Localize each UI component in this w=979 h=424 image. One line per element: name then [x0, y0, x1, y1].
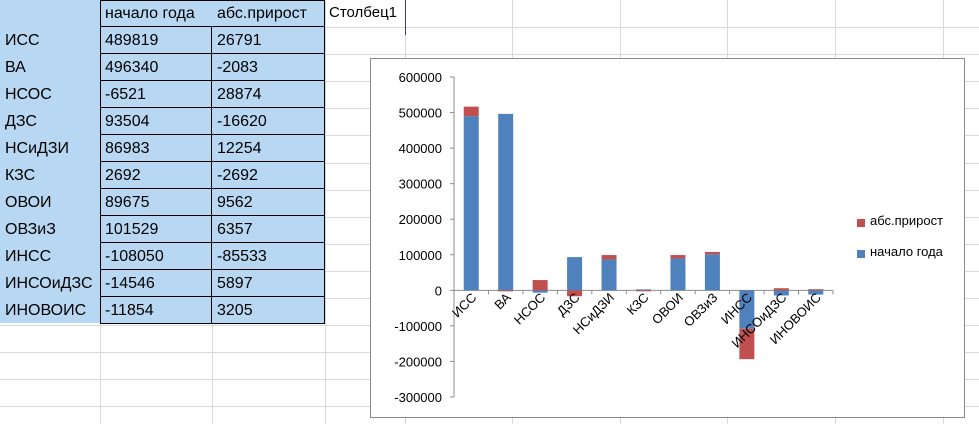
- chart-area[interactable]: 600000 500000 400000 300000 200000 100000 0 -10…: [370, 58, 965, 418]
- start-value-cell[interactable]: 2692: [100, 162, 212, 189]
- bar-start: [704, 254, 720, 291]
- row-label-cell[interactable]: ИНСС: [0, 243, 100, 270]
- growth-value-cell[interactable]: 6357: [212, 216, 325, 243]
- growth-value-cell[interactable]: -2692: [212, 162, 325, 189]
- start-value-cell[interactable]: -14546: [100, 270, 212, 297]
- growth-value-cell[interactable]: 28874: [212, 81, 325, 108]
- y-tick-label: 500000: [399, 106, 442, 121]
- row-label-cell[interactable]: НСиДЗИ: [0, 135, 100, 162]
- bar-start: [601, 259, 617, 291]
- bar-start: [670, 258, 686, 291]
- legend-label-growth: абс.прирост: [870, 213, 944, 228]
- row-label-cell[interactable]: ИНОВОИС: [0, 297, 100, 324]
- row-label-cell[interactable]: ОВОИ: [0, 189, 100, 216]
- bar-start: [567, 257, 583, 291]
- bar-growth: [670, 255, 686, 259]
- row-label-cell[interactable]: КЗС: [0, 162, 100, 189]
- legend-swatch-start: [857, 250, 865, 258]
- y-tick-label: 0: [435, 283, 442, 298]
- row-label-cell[interactable]: НСОС: [0, 81, 100, 108]
- y-tick-label: -300000: [394, 390, 442, 405]
- x-category-label: КЗС: [624, 290, 652, 318]
- x-category-label: ОВЗиЗ: [681, 290, 721, 330]
- x-category-label: ИСС: [449, 290, 479, 320]
- growth-value-cell[interactable]: 9562: [212, 189, 325, 216]
- bar-start: [636, 289, 651, 291]
- y-tick-label: -100000: [394, 319, 442, 334]
- growth-value-cell[interactable]: 5897: [212, 270, 325, 297]
- header-border: [100, 0, 325, 27]
- bar-growth: [601, 255, 617, 260]
- row-label-cell[interactable]: ВА: [0, 54, 100, 81]
- bar-growth: [704, 251, 720, 255]
- growth-value-cell[interactable]: -16620: [212, 108, 325, 135]
- bar-growth: [463, 106, 479, 117]
- y-tick-label: 400000: [399, 141, 442, 156]
- row-label-cell[interactable]: ИНСОиДЗС: [0, 270, 100, 297]
- growth-value-cell[interactable]: 12254: [212, 135, 325, 162]
- y-tick-label: 300000: [399, 177, 442, 192]
- column-separator: [405, 0, 406, 35]
- bar-start: [463, 116, 479, 291]
- bar-growth: [808, 289, 824, 291]
- bar-growth: [773, 288, 789, 291]
- start-value-cell[interactable]: 489819: [100, 27, 212, 54]
- growth-value-cell[interactable]: -2083: [212, 54, 325, 81]
- column-d-header-cell[interactable]: Столбец1: [329, 4, 397, 21]
- start-value-cell[interactable]: -108050: [100, 243, 212, 270]
- growth-value-cell[interactable]: 3205: [212, 297, 325, 324]
- start-value-cell[interactable]: 496340: [100, 54, 212, 81]
- row-label-cell[interactable]: ДЗС: [0, 108, 100, 135]
- x-category-label: НСОС: [511, 290, 548, 327]
- table-border: [100, 27, 101, 324]
- bar-growth: [498, 290, 514, 292]
- stacked-bar-chart: 600000 500000 400000 300000 200000 100000 0 -10…: [394, 70, 834, 405]
- y-tick-label: 200000: [399, 212, 442, 227]
- y-tick-label: 100000: [399, 248, 442, 263]
- legend-label-start: начало года: [870, 244, 943, 259]
- row-label-cell[interactable]: ОВЗиЗ: [0, 216, 100, 243]
- start-value-cell[interactable]: 101529: [100, 216, 212, 243]
- start-value-cell[interactable]: 86983: [100, 135, 212, 162]
- bar-start: [498, 113, 514, 291]
- row-label-cell[interactable]: ИСС: [0, 27, 100, 54]
- y-tick-label: -200000: [394, 354, 442, 369]
- start-value-cell[interactable]: -6521: [100, 81, 212, 108]
- bar-growth: [532, 280, 548, 291]
- gridline-col: [325, 0, 326, 424]
- legend-swatch-growth: [857, 219, 865, 227]
- growth-value-cell[interactable]: 26791: [212, 27, 325, 54]
- start-value-cell[interactable]: -11854: [100, 297, 212, 324]
- x-category-label: ВА: [491, 290, 514, 313]
- y-tick-label: 600000: [399, 70, 442, 85]
- x-category-label: ОВОИ: [649, 290, 686, 327]
- start-value-cell[interactable]: 93504: [100, 108, 212, 135]
- bar-growth: [636, 290, 651, 292]
- start-value-cell[interactable]: 89675: [100, 189, 212, 216]
- growth-value-cell[interactable]: -85533: [212, 243, 325, 270]
